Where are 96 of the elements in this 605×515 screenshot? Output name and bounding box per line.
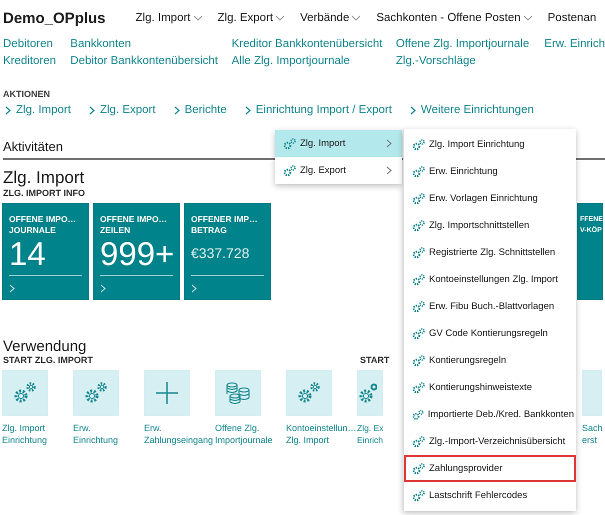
action-link[interactable]: Einrichtung Import / Export	[244, 104, 392, 116]
gears-icon	[412, 436, 425, 448]
nav-menu-item[interactable]: Zlg. Export	[218, 12, 286, 24]
section-heading: Aktivitäten	[3, 139, 63, 154]
nav-link[interactable]: Erw. Einrich	[544, 36, 605, 53]
cue-tile[interactable]: OFFENE IMPO… JOURNALE 14	[2, 203, 89, 300]
gears-icon	[412, 166, 425, 178]
action-tile-label[interactable]: Kontoeinstellun… Zlg. Import	[286, 422, 357, 446]
nav-link[interactable]: Bankkonten	[70, 36, 232, 53]
cue-tile[interactable]: OFFENER IMP… BETRAG €337.728	[184, 203, 271, 300]
section-heading: AKTIONEN	[3, 89, 50, 99]
nav-menu-item[interactable]: Postenan	[548, 12, 596, 24]
nav-link[interactable]: Debitor Bankkontenübersicht	[70, 53, 232, 70]
group-subtitle: ZLG. IMPORT INFO	[3, 188, 85, 198]
action-tile-label[interactable]: Erw. Einrichtung	[73, 422, 118, 446]
action-tile[interactable]	[357, 370, 383, 416]
gears-icon	[412, 354, 425, 366]
gears-icon	[412, 490, 425, 502]
nav-link[interactable]: Zlg.-Vorschläge	[396, 53, 544, 70]
gears-icon	[412, 274, 425, 286]
menu-item[interactable]: Registrierte Zlg. Schnittstellen	[404, 239, 576, 266]
action-tile[interactable]	[215, 370, 261, 416]
chevron-right-icon	[386, 166, 392, 175]
gears-icon	[412, 246, 425, 258]
menu-item[interactable]: Importierte Deb./Kred. Bankkonten	[404, 401, 576, 428]
action-tile[interactable]	[2, 370, 48, 416]
action-tile[interactable]	[144, 370, 190, 416]
gears-icon	[283, 164, 296, 176]
action-tile[interactable]	[582, 370, 602, 416]
nav-link[interactable]: Kreditor Bankkontenübersicht	[232, 36, 396, 53]
nav-menu-item[interactable]: Sachkonten - Offene Posten	[376, 12, 533, 24]
gears-icon	[412, 462, 425, 474]
action-link[interactable]: Zlg. Import	[5, 104, 71, 116]
gears-icon	[283, 138, 296, 150]
nav-link[interactable]: Alle Zlg. Importjournale	[232, 53, 396, 70]
chevron-right-icon	[9, 284, 15, 292]
menu-item[interactable]: Erw. Vorlagen Einrichtung	[404, 185, 576, 212]
menu-item[interactable]: Kontierungsregeln	[404, 347, 576, 374]
group-subtitle: START ZLG. IMPORT	[3, 355, 93, 365]
gears-icon	[12, 381, 38, 405]
caret-icon	[192, 15, 202, 21]
gears-icon	[83, 381, 109, 405]
section-heading: Verwendung	[3, 338, 86, 355]
menu-item[interactable]: Zlg. Import Einrichtung	[404, 131, 576, 158]
gears-icon	[357, 381, 377, 405]
gears-icon	[412, 192, 425, 204]
gears-icon	[412, 328, 425, 340]
chevron-right-icon	[100, 284, 106, 292]
cue-tile[interactable]: OFFENE IMPO… ZEILEN 999+	[93, 203, 180, 300]
menu-item[interactable]: Zlg. Importschnittstellen	[404, 212, 576, 239]
menu-item[interactable]: Zahlungsprovider	[404, 455, 576, 482]
group-title: Zlg. Import	[3, 168, 84, 188]
nav-link[interactable]: Kreditoren	[3, 53, 70, 70]
action-tile-label[interactable]: Offene Zlg. Importjournale	[215, 422, 273, 446]
menu-item[interactable]: Kontoeinstellungen Zlg. Import	[404, 266, 576, 293]
chevron-right-icon	[410, 106, 416, 114]
group-subtitle: START	[360, 355, 390, 365]
nav-menu-item[interactable]: Zlg. Import	[136, 12, 202, 24]
caret-icon	[275, 15, 286, 21]
gears-icon	[412, 408, 424, 420]
chevron-right-icon	[5, 106, 11, 114]
action-tile[interactable]	[286, 370, 332, 416]
chevron-right-icon	[191, 284, 197, 292]
nav-menu-item[interactable]: Verbände	[300, 12, 362, 24]
chevron-right-icon	[174, 106, 180, 114]
chevron-right-icon	[386, 139, 392, 148]
action-link[interactable]: Berichte	[174, 104, 227, 116]
nav-link[interactable]: Debitoren	[3, 36, 70, 53]
nav-link[interactable]: Offene Zlg. Importjournale	[396, 36, 544, 53]
gears-icon	[412, 300, 425, 312]
action-link[interactable]: Zlg. Export	[88, 104, 156, 116]
menu-item[interactable]: Kontierungshinweistexte	[404, 374, 576, 401]
gears-icon	[412, 382, 425, 394]
menu-item[interactable]: Zlg. Import	[275, 130, 402, 157]
chevron-right-icon	[88, 106, 95, 114]
caret-icon	[522, 15, 533, 21]
coins-icon	[225, 381, 251, 405]
action-tile-label[interactable]: Zlg. Import Einrichtung	[2, 422, 48, 446]
action-tile[interactable]	[73, 370, 119, 416]
caret-icon	[351, 15, 362, 21]
gears-icon	[412, 138, 425, 150]
menu-item[interactable]: Erw. Einrichtung	[404, 158, 576, 185]
action-tile-label[interactable]: Erw. Zahlungseingang	[144, 422, 214, 446]
chevron-right-icon	[244, 106, 251, 114]
menu-item[interactable]: Lastschrift Fehlercodes	[404, 482, 576, 509]
menu-item[interactable]: Zlg.-Import-Verzeichnisübersicht	[404, 428, 576, 455]
menu-item[interactable]: GV Code Kontierungsregeln	[404, 320, 576, 347]
menu-item[interactable]: Zlg. Export	[275, 157, 402, 184]
menu-item[interactable]: Erw. Fibu Buch.-Blattvorlagen	[404, 293, 576, 320]
gears-icon	[412, 220, 425, 232]
gears-icon	[296, 381, 322, 405]
plus-icon	[156, 382, 178, 404]
action-link[interactable]: Weitere Einrichtungen	[410, 104, 534, 116]
action-tile-label[interactable]: Zlg. Ex Einrich	[357, 422, 384, 446]
app-title: Demo_OPplus	[3, 10, 106, 26]
action-tile-label[interactable]: Sach erst	[582, 422, 603, 446]
